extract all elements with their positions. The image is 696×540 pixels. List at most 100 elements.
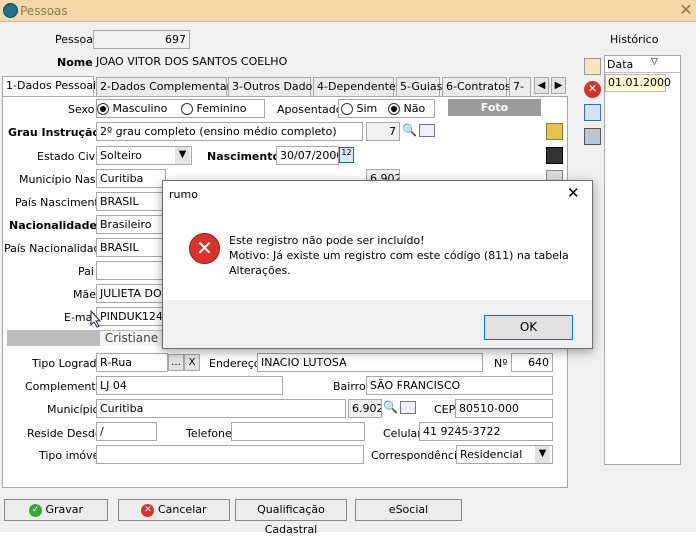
mae-label: Mãe: [73, 288, 96, 301]
tab-dependentes[interactable]: 4-Dependentes: [313, 77, 401, 96]
error-dialog: rumo ✕ ✕ Este registro não pode ser incl…: [162, 180, 593, 349]
tab-outros-dados[interactable]: 3-Outros Dados: [228, 77, 318, 96]
celular-label: Celular: [383, 427, 422, 440]
historico-col-header: Data: [607, 58, 634, 71]
tab-scroll-left-icon[interactable]: ◀: [534, 77, 549, 94]
tab-contratos[interactable]: 6-Contratos: [442, 77, 511, 96]
clear-icon[interactable]: X: [184, 354, 200, 371]
foto-area[interactable]: [448, 117, 541, 181]
endereco-label: Endereço: [209, 357, 261, 370]
feminino-label: Feminino: [196, 102, 247, 115]
print-icon[interactable]: [584, 128, 601, 145]
bairro-field[interactable]: SÃO FRANCISCO: [366, 376, 553, 395]
municipio-nasc-field[interactable]: Curitiba: [96, 169, 166, 188]
gravar-button[interactable]: ✓ Gravar: [4, 499, 108, 521]
calendar-icon[interactable]: 12: [339, 147, 354, 163]
endereco-field[interactable]: INACIO LUTOSA: [257, 353, 483, 372]
window-title: Pessoas: [20, 4, 68, 18]
tipo-imovel-field[interactable]: [96, 445, 364, 464]
qualificacao-button[interactable]: Qualificação Cadastral: [235, 499, 347, 536]
tab-guias[interactable]: 5-Guias: [396, 77, 442, 96]
folder-icon[interactable]: [546, 123, 563, 140]
title-bar: Pessoas ✕: [0, 0, 696, 22]
nascimento-field[interactable]: 30/07/2000: [276, 146, 339, 165]
error-icon: ✕: [189, 233, 220, 264]
cursor-icon: [90, 310, 102, 328]
radio-masculino[interactable]: Masculino: [97, 102, 167, 115]
pais-nac-field[interactable]: BRASIL: [96, 238, 166, 257]
municipio-code[interactable]: 6.902: [348, 399, 382, 418]
municipio-list-icon[interactable]: [400, 401, 416, 414]
edit-icon[interactable]: [584, 58, 601, 75]
historico-grid[interactable]: Data ▽ 01.01.2000: [604, 55, 681, 465]
dialog-close-icon[interactable]: ✕: [567, 184, 580, 202]
grau-code-field[interactable]: 7: [366, 122, 400, 141]
cancelar-label: Cancelar: [157, 503, 207, 516]
sort-icon[interactable]: ▽: [651, 57, 658, 67]
reside-label: Reside Desde: [27, 427, 102, 440]
numero-field[interactable]: 640: [511, 353, 553, 372]
historico-header[interactable]: Data ▽: [605, 56, 680, 73]
complemento-field[interactable]: LJ 04: [96, 376, 283, 395]
correspondencia-chevron-icon[interactable]: ▼: [535, 446, 550, 463]
esocial-button[interactable]: eSocial: [355, 499, 462, 521]
reside-field[interactable]: /: [96, 422, 157, 441]
nome-label: Nome: [57, 56, 93, 69]
municipio-field[interactable]: Curitiba: [96, 399, 346, 418]
grau-field[interactable]: 2º grau completo (ensino médio completo): [96, 122, 363, 141]
nacionalidade-field[interactable]: Brasileiro: [96, 215, 166, 234]
nacionalidade-label: Nacionalidade: [9, 219, 97, 232]
historico-row[interactable]: 01.01.2000: [605, 74, 671, 92]
dialog-message-line3: Alterações.: [229, 264, 291, 277]
ok-button[interactable]: OK: [484, 315, 573, 340]
radio-sim[interactable]: Sim: [341, 102, 377, 115]
telefone-field[interactable]: [231, 422, 365, 441]
tab-dados-complementares[interactable]: 2-Dados Complementares: [96, 77, 243, 96]
cep-field[interactable]: 80510-000: [455, 399, 553, 418]
save-icon[interactable]: [546, 147, 563, 164]
radio-feminino[interactable]: Feminino: [181, 102, 247, 115]
list-icon[interactable]: [419, 124, 435, 137]
municipio-search-icon[interactable]: 🔍: [383, 400, 398, 414]
mae-field[interactable]: JULIETA DOS: [96, 284, 166, 303]
cancelar-button[interactable]: ✕ Cancelar: [118, 499, 230, 521]
complemento-label: Complemento: [25, 380, 103, 393]
nome-field[interactable]: JOAO VITOR DOS SANTOS COELHO: [93, 53, 565, 72]
masculino-label: Masculino: [112, 102, 168, 115]
check-icon: ✓: [28, 503, 42, 517]
tipo-imovel-label: Tipo imóvel: [39, 449, 103, 462]
pai-label: Pai: [78, 265, 94, 278]
app-icon: [3, 3, 18, 18]
radio-nao[interactable]: Não: [388, 102, 425, 115]
tab-dados-pessoais[interactable]: 1-Dados Pessoais: [2, 76, 102, 96]
sexo-label: Sexo: [68, 103, 95, 116]
foto-header: Foto: [448, 99, 541, 116]
estado-civil-label: Estado Civil: [37, 150, 102, 163]
close-icon[interactable]: ✕: [678, 1, 694, 19]
correspondencia-label: Correspondência: [371, 449, 464, 462]
search-icon[interactable]: 🔍: [402, 123, 417, 137]
celular-field[interactable]: 41 9245-3722: [419, 422, 553, 441]
email-field[interactable]: PINDUK124@: [96, 307, 166, 326]
telefone-label: Telefone: [186, 427, 232, 440]
tab-scroll-right-icon[interactable]: ▶: [551, 77, 566, 94]
chevron-down-icon[interactable]: ▼: [175, 147, 190, 164]
grau-label: Grau Instrução: [8, 126, 101, 139]
dialog-title: rumo: [169, 188, 198, 201]
cep-label: CEP: [434, 403, 456, 416]
aposentado-label: Aposentado: [277, 103, 343, 116]
sim-label: Sim: [356, 102, 378, 115]
dialog-message-line1: Este registro não pode ser incluído!: [229, 234, 425, 247]
tab-7[interactable]: 7-: [509, 77, 531, 96]
historico-title: Histórico: [610, 33, 659, 46]
delete-icon[interactable]: ✕: [584, 81, 601, 98]
section-tab-label[interactable]: Cristiane: [100, 331, 163, 346]
pessoa-field[interactable]: 697: [93, 30, 190, 49]
pais-nasc-field[interactable]: BRASIL: [96, 192, 166, 211]
pai-field[interactable]: [96, 261, 166, 280]
window-icon[interactable]: [584, 104, 601, 121]
dialog-message-line2: Motivo: Já existe um registro com este c…: [229, 249, 569, 262]
gravar-label: Gravar: [45, 503, 84, 516]
ellipsis-icon[interactable]: …: [168, 354, 184, 371]
tipo-lograd-field[interactable]: R-Rua: [96, 353, 168, 372]
